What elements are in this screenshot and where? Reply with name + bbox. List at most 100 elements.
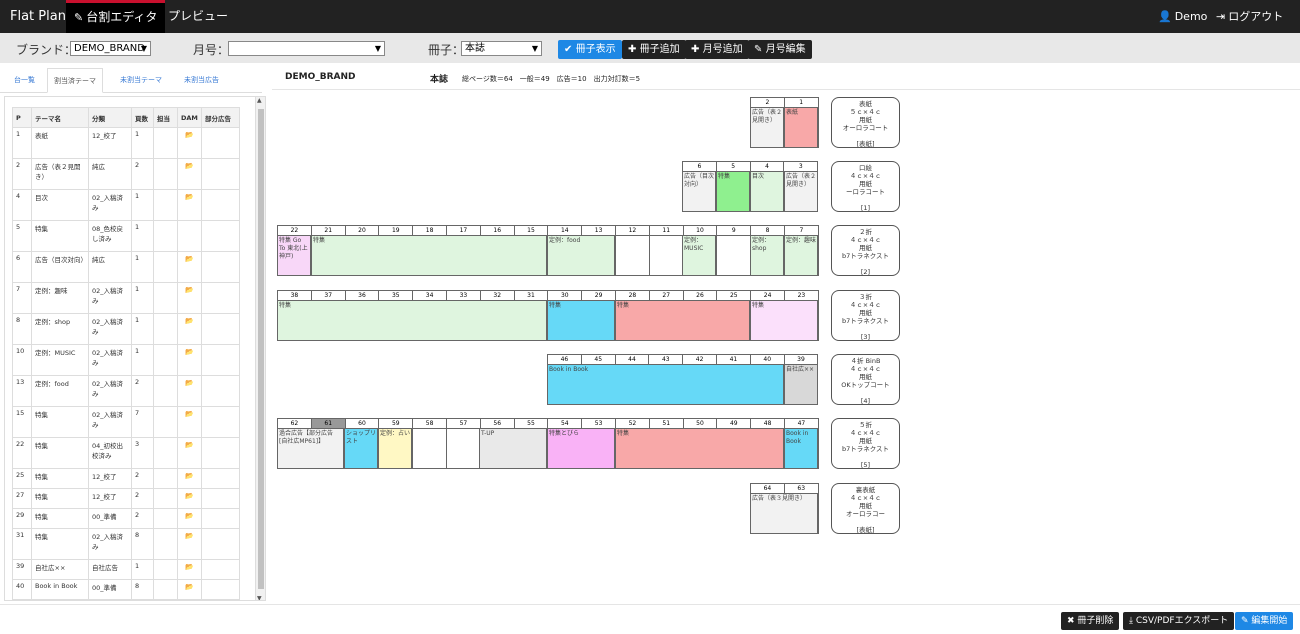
content-block[interactable]: Book in Book — [547, 364, 784, 405]
table-row[interactable]: 8 定例：shop 02_入稿済み 1 📂 — [12, 313, 240, 345]
folder-icon[interactable]: 📂 — [185, 410, 194, 418]
content-block[interactable]: 特集 — [277, 300, 547, 341]
content-block[interactable]: 目次 — [750, 171, 784, 212]
info-line: 用紙 — [859, 180, 872, 188]
signature-info-box[interactable]: ３折 ４ｃ×４ｃ 用紙 b7トラネクスト [3] — [831, 290, 900, 341]
table-row[interactable]: 40 Book in Book 00_準備 8 📂 — [12, 579, 240, 600]
add-month-button[interactable]: ✚ 月号追加 — [685, 40, 749, 59]
table-row[interactable]: 22 特集 04_初校出校済み 3 📂 — [12, 437, 240, 469]
folder-icon[interactable]: 📂 — [185, 348, 194, 356]
brand-select[interactable]: DEMO_BRAND ▼ — [70, 41, 151, 56]
table-row[interactable]: 10 定例：MUSIC 02_入稿済み 1 📂 — [12, 344, 240, 376]
signature-info-box[interactable]: ２折 ４ｃ×４ｃ 用紙 b7トラネクスト [2] — [831, 225, 900, 276]
table-row[interactable]: 6 広告（目次対向） 純広 1 📂 — [12, 251, 240, 283]
table-row[interactable]: 39 自社広×× 自社広告 1 📂 — [12, 559, 240, 580]
folder-icon[interactable]: 📂 — [185, 255, 194, 263]
table-row[interactable]: 15 特集 02_入稿済み 7 📂 — [12, 406, 240, 438]
content-block[interactable]: 広告（目次対向） — [682, 171, 716, 212]
tab-list[interactable]: 台一覧 — [8, 68, 41, 93]
folder-icon[interactable]: 📂 — [185, 512, 194, 520]
content-block[interactable]: 特集 — [750, 300, 818, 341]
table-cell: 00_準備 — [88, 508, 132, 529]
table-row[interactable]: 27 特集 12_校了 2 📂 — [12, 488, 240, 509]
content-block[interactable]: 特集 — [615, 300, 750, 341]
scroll-up-icon[interactable]: ▲ — [257, 97, 262, 104]
logout-link[interactable]: ⇥ ログアウト — [1216, 0, 1283, 33]
content-block[interactable]: ショップリスト — [344, 428, 378, 469]
table-cell — [201, 406, 240, 438]
content-block[interactable]: T-UP — [479, 428, 547, 469]
edit-month-button[interactable]: ✎ 月号編集 — [748, 40, 812, 59]
content-block[interactable]: 特集 — [547, 300, 615, 341]
table-row[interactable]: 25 特集 12_校了 2 📂 — [12, 468, 240, 489]
content-block[interactable]: 広告（表３見開き） — [750, 493, 818, 534]
month-label: 月号： — [193, 43, 230, 57]
folder-icon[interactable]: 📂 — [185, 472, 194, 480]
content-block[interactable]: 特集 — [615, 428, 784, 469]
content-block[interactable]: 表紙 — [784, 107, 818, 148]
table-row[interactable]: 7 定例：趣味 02_入稿済み 1 📂 — [12, 282, 240, 314]
page-slot[interactable]: 12 — [615, 225, 650, 276]
table-row[interactable]: 2 広告（表２見開き） 純広 2 📂 — [12, 158, 240, 190]
page-slot[interactable]: 58 — [412, 418, 447, 469]
content-block[interactable]: 過合広告【部分広告 [自社広MP61]】 — [277, 428, 344, 469]
delete-book-button[interactable]: ✖ 冊子削除 — [1061, 612, 1120, 630]
table-row[interactable]: 1 表紙 12_校了 1 📂 — [12, 127, 240, 159]
user-menu[interactable]: 👤 Demo — [1158, 0, 1207, 33]
content-block[interactable]: Book in Book — [784, 428, 818, 469]
book-select[interactable]: 本誌 ▼ — [461, 41, 542, 56]
page-slot[interactable]: 9 — [716, 225, 752, 276]
scroll-down-icon[interactable]: ▼ — [257, 595, 262, 600]
tab-unassigned-ads[interactable]: 未割当広告 — [178, 68, 225, 93]
folder-icon[interactable]: 📂 — [185, 441, 194, 449]
content-block[interactable]: 広告（表２見開き） — [784, 171, 818, 212]
tab-editor[interactable]: ✎ 台割エディタ — [66, 0, 166, 33]
content-block[interactable]: 特集 — [716, 171, 750, 212]
folder-icon[interactable]: 📂 — [185, 583, 194, 591]
table-row[interactable]: 13 定例：food 02_入稿済み 2 📂 — [12, 375, 240, 407]
folder-icon[interactable]: 📂 — [185, 379, 194, 387]
content-block[interactable]: 特集とびら — [547, 428, 615, 469]
table-cell — [201, 528, 240, 560]
table-row[interactable]: 29 特集 00_準備 2 📂 — [12, 508, 240, 529]
folder-icon[interactable]: 📂 — [185, 317, 194, 325]
signature-info-box[interactable]: ５折 ４ｃ×４ｃ 用紙 b7トラネクスト [5] — [831, 418, 900, 469]
show-book-button[interactable]: ✔ 冊子表示 — [558, 40, 622, 59]
content-block[interactable]: 自社広×× — [784, 364, 818, 405]
folder-icon[interactable]: 📂 — [185, 532, 194, 540]
tab-preview[interactable]: プレビュー — [160, 0, 236, 33]
start-edit-button[interactable]: ✎ 編集開始 — [1235, 612, 1294, 630]
app-brand[interactable]: Flat Plan — [10, 9, 66, 24]
signature-info-box[interactable]: 口絵 ４ｃ×４ｃ 用紙 ーロラコート [1] — [831, 161, 900, 212]
table-cell: 1 — [12, 127, 32, 159]
signature-info-box[interactable]: 表紙 ５ｃ×４ｃ 用紙 オーロラコート [表紙] — [831, 97, 900, 148]
page-slot[interactable]: 57 — [446, 418, 481, 469]
content-block[interactable]: 特集 — [311, 235, 547, 276]
table-row[interactable]: 4 目次 02_入稿済み 1 📂 — [12, 189, 240, 221]
month-select[interactable]: ▼ — [228, 41, 385, 56]
tab-assigned-themes[interactable]: 割当済テーマ — [47, 68, 103, 93]
content-block[interactable]: 定例：趣味 — [784, 235, 818, 276]
content-block[interactable]: 定例：shop — [750, 235, 784, 276]
signature-info-box[interactable]: ４折 BinB ４ｃ×４ｃ 用紙 OKトップコート [4] — [831, 354, 900, 405]
folder-icon[interactable]: 📂 — [185, 193, 194, 201]
table-row[interactable]: 5 特集 08_色校戻し済み 1 — [12, 220, 240, 252]
page-slot[interactable]: 11 — [648, 225, 684, 276]
tab-unassigned-themes[interactable]: 未割当テーマ — [114, 68, 168, 93]
folder-icon[interactable]: 📂 — [185, 162, 194, 170]
content-block[interactable]: 特集 Go To 東北(上神戸) — [277, 235, 311, 276]
content-block[interactable]: 広告（表２見開き） — [750, 107, 784, 148]
folder-icon[interactable]: 📂 — [185, 492, 194, 500]
content-block[interactable]: 定例：food — [547, 235, 615, 276]
add-book-button[interactable]: ✚ 冊子追加 — [622, 40, 686, 59]
folder-icon[interactable]: 📂 — [185, 286, 194, 294]
scroll-thumb[interactable] — [258, 109, 264, 589]
folder-icon[interactable]: 📂 — [185, 131, 194, 139]
content-block[interactable]: 定例：MUSIC — [682, 235, 716, 276]
signature-info-box[interactable]: 裏表紙 ４ｃ×４ｃ 用紙 オーロラコー [表紙] — [831, 483, 900, 534]
export-button[interactable]: ⤓ CSV/PDFエクスポート — [1123, 612, 1235, 630]
folder-icon[interactable]: 📂 — [185, 563, 194, 571]
content-block[interactable]: 定例：占い — [378, 428, 412, 469]
table-row[interactable]: 31 特集 02_入稿済み 8 📂 — [12, 528, 240, 560]
scrollbar[interactable]: ▲ ▼ — [255, 97, 265, 600]
